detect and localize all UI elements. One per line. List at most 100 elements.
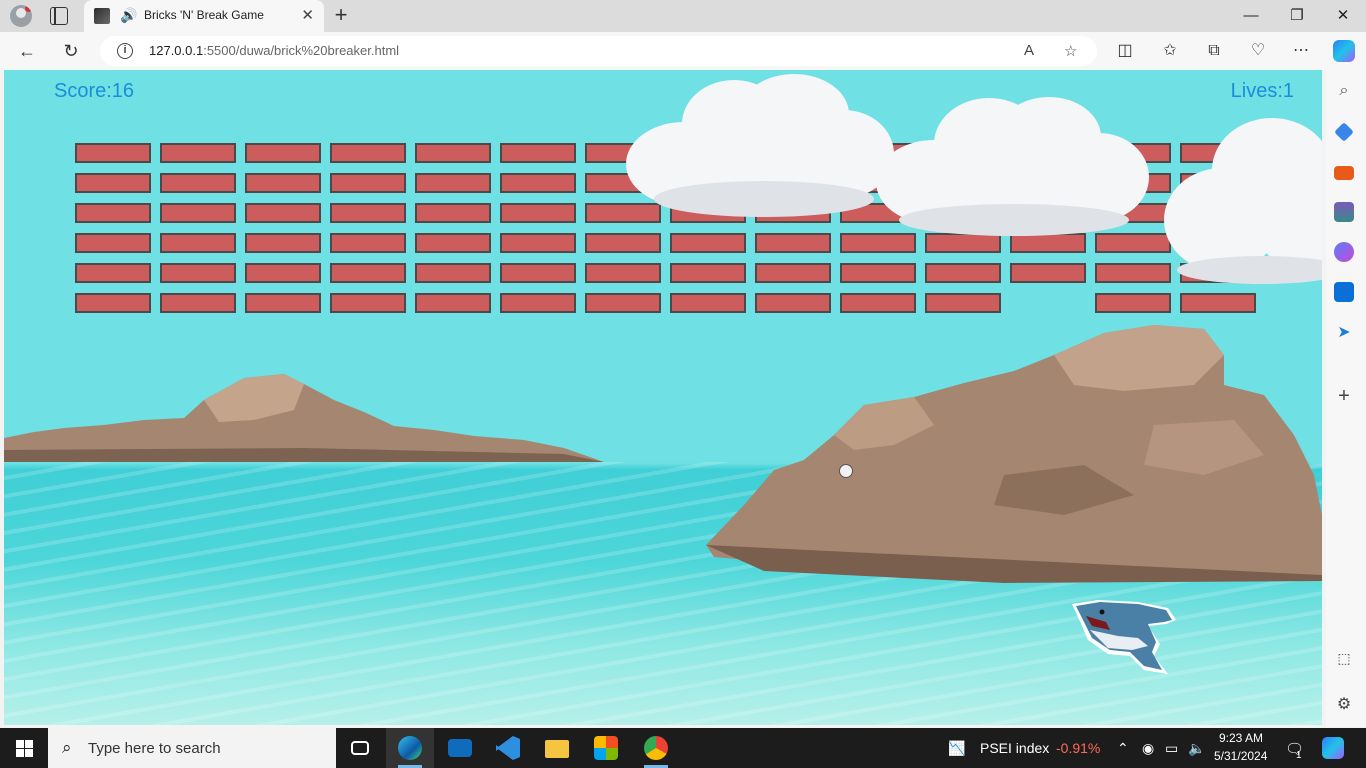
score-label: Score:16 [54, 80, 135, 102]
brick [840, 293, 916, 313]
settings-icon[interactable]: ⚙ [1334, 694, 1354, 714]
brick [75, 293, 151, 313]
battery-icon[interactable]: ▭ [1165, 740, 1178, 757]
favorites-icon[interactable]: ✩ [1160, 41, 1180, 61]
search-icon[interactable]: ⌕ [1334, 82, 1354, 102]
notification-count: 1 [1296, 750, 1302, 761]
brick [1010, 263, 1086, 283]
search-placeholder: Type here to search [88, 740, 221, 757]
brick [330, 263, 406, 283]
stock-name[interactable]: PSEI index [980, 740, 1049, 756]
copilot-icon[interactable] [1333, 40, 1355, 62]
brick [500, 173, 576, 193]
brick [415, 293, 491, 313]
brick [415, 263, 491, 283]
volume-icon[interactable]: 🔈 [1188, 740, 1205, 757]
brick [160, 293, 236, 313]
shopping-icon[interactable] [1334, 122, 1354, 142]
brick [500, 293, 576, 313]
game-canvas[interactable]: Score:16 Lives:1 [4, 70, 1322, 725]
copilot-taskbar-icon[interactable] [1322, 737, 1344, 759]
meet-now-icon[interactable]: ◉ [1142, 740, 1154, 757]
browser-tab[interactable]: 🔊 Bricks 'N' Break Game ✕ [84, 0, 324, 32]
shark-paddle[interactable] [1068, 596, 1178, 678]
windows-start-icon[interactable] [16, 740, 33, 757]
games-icon[interactable] [1334, 202, 1354, 222]
brick [755, 263, 831, 283]
taskbar-vscode[interactable] [484, 728, 532, 768]
back-icon[interactable]: ← [16, 40, 38, 62]
brick [925, 263, 1001, 283]
address-bar[interactable]: i 127.0.0.1:5500/duwa/brick%20breaker.ht… [100, 36, 1097, 66]
m365-icon[interactable] [1334, 242, 1354, 262]
url-text[interactable]: 127.0.0.1:5500/duwa/brick%20breaker.html [149, 43, 399, 58]
taskbar-search[interactable]: ⌕ Type here to search [48, 728, 336, 768]
brick [245, 263, 321, 283]
brick [75, 203, 151, 223]
taskbar-edge[interactable] [386, 728, 434, 768]
brick [245, 143, 321, 163]
brick [160, 203, 236, 223]
url-host: 127.0.0.1 [149, 43, 204, 58]
collections-icon[interactable]: ⧉ [1204, 41, 1224, 61]
profile-icon[interactable] [10, 5, 32, 27]
brick [585, 293, 661, 313]
split-screen-icon[interactable]: ◫ [1115, 41, 1135, 61]
brick [330, 203, 406, 223]
close-icon[interactable]: ✕ [301, 6, 314, 24]
brick [500, 263, 576, 283]
taskbar-mail[interactable] [436, 728, 484, 768]
brick [415, 143, 491, 163]
brick [415, 203, 491, 223]
task-view-icon[interactable] [336, 728, 384, 768]
brick [160, 233, 236, 253]
brick [500, 143, 576, 163]
brick [1180, 293, 1256, 313]
send-icon[interactable]: ➤ [1334, 322, 1354, 342]
more-icon[interactable]: ⋯ [1291, 41, 1311, 61]
browser-essentials-icon[interactable]: ♡ [1248, 41, 1268, 61]
add-icon[interactable]: + [1334, 386, 1354, 406]
lives-label: Lives:1 [1230, 80, 1294, 102]
tools-icon[interactable] [1334, 166, 1354, 180]
chevron-up-icon[interactable]: ⌃ [1117, 740, 1129, 757]
tab-title: Bricks 'N' Break Game [144, 8, 264, 22]
taskbar-store[interactable] [582, 728, 630, 768]
info-icon[interactable]: i [117, 43, 133, 59]
brick [330, 293, 406, 313]
outlook-icon[interactable] [1334, 282, 1354, 302]
speaker-icon[interactable]: 🔊 [120, 7, 137, 24]
brick [330, 173, 406, 193]
brick [755, 233, 831, 253]
cloud [626, 74, 894, 217]
minimize-button[interactable]: — [1228, 0, 1274, 32]
brick [245, 173, 321, 193]
taskbar-file-explorer[interactable] [533, 728, 581, 768]
tab-actions-icon[interactable] [50, 7, 68, 25]
search-glass-icon: ⌕ [62, 738, 72, 757]
brick [670, 293, 746, 313]
refresh-icon[interactable]: ↻ [60, 40, 82, 62]
brick [670, 233, 746, 253]
brick [1095, 263, 1171, 283]
taskbar-chrome[interactable] [632, 728, 680, 768]
screenshot-icon[interactable]: ⬚ [1334, 650, 1354, 670]
stock-change: -0.91% [1056, 740, 1101, 756]
brick [670, 263, 746, 283]
brick [75, 263, 151, 283]
brick [500, 233, 576, 253]
cloud [876, 97, 1149, 236]
taskbar: ⌕ Type here to search 📉 PSEI index -0.91… [0, 728, 1366, 768]
clock-time[interactable]: 9:23 AM [1219, 731, 1263, 745]
favorite-star-icon[interactable]: ☆ [1064, 42, 1077, 60]
brick [160, 263, 236, 283]
read-aloud-icon[interactable]: A [1024, 42, 1034, 59]
brick [160, 173, 236, 193]
window-close-button[interactable]: ✕ [1320, 0, 1366, 32]
clock-date[interactable]: 5/31/2024 [1214, 749, 1267, 763]
new-tab-icon[interactable]: + [330, 3, 352, 27]
brick [245, 203, 321, 223]
restore-button[interactable]: ❐ [1274, 0, 1320, 32]
brick [415, 233, 491, 253]
brick [925, 293, 1001, 313]
